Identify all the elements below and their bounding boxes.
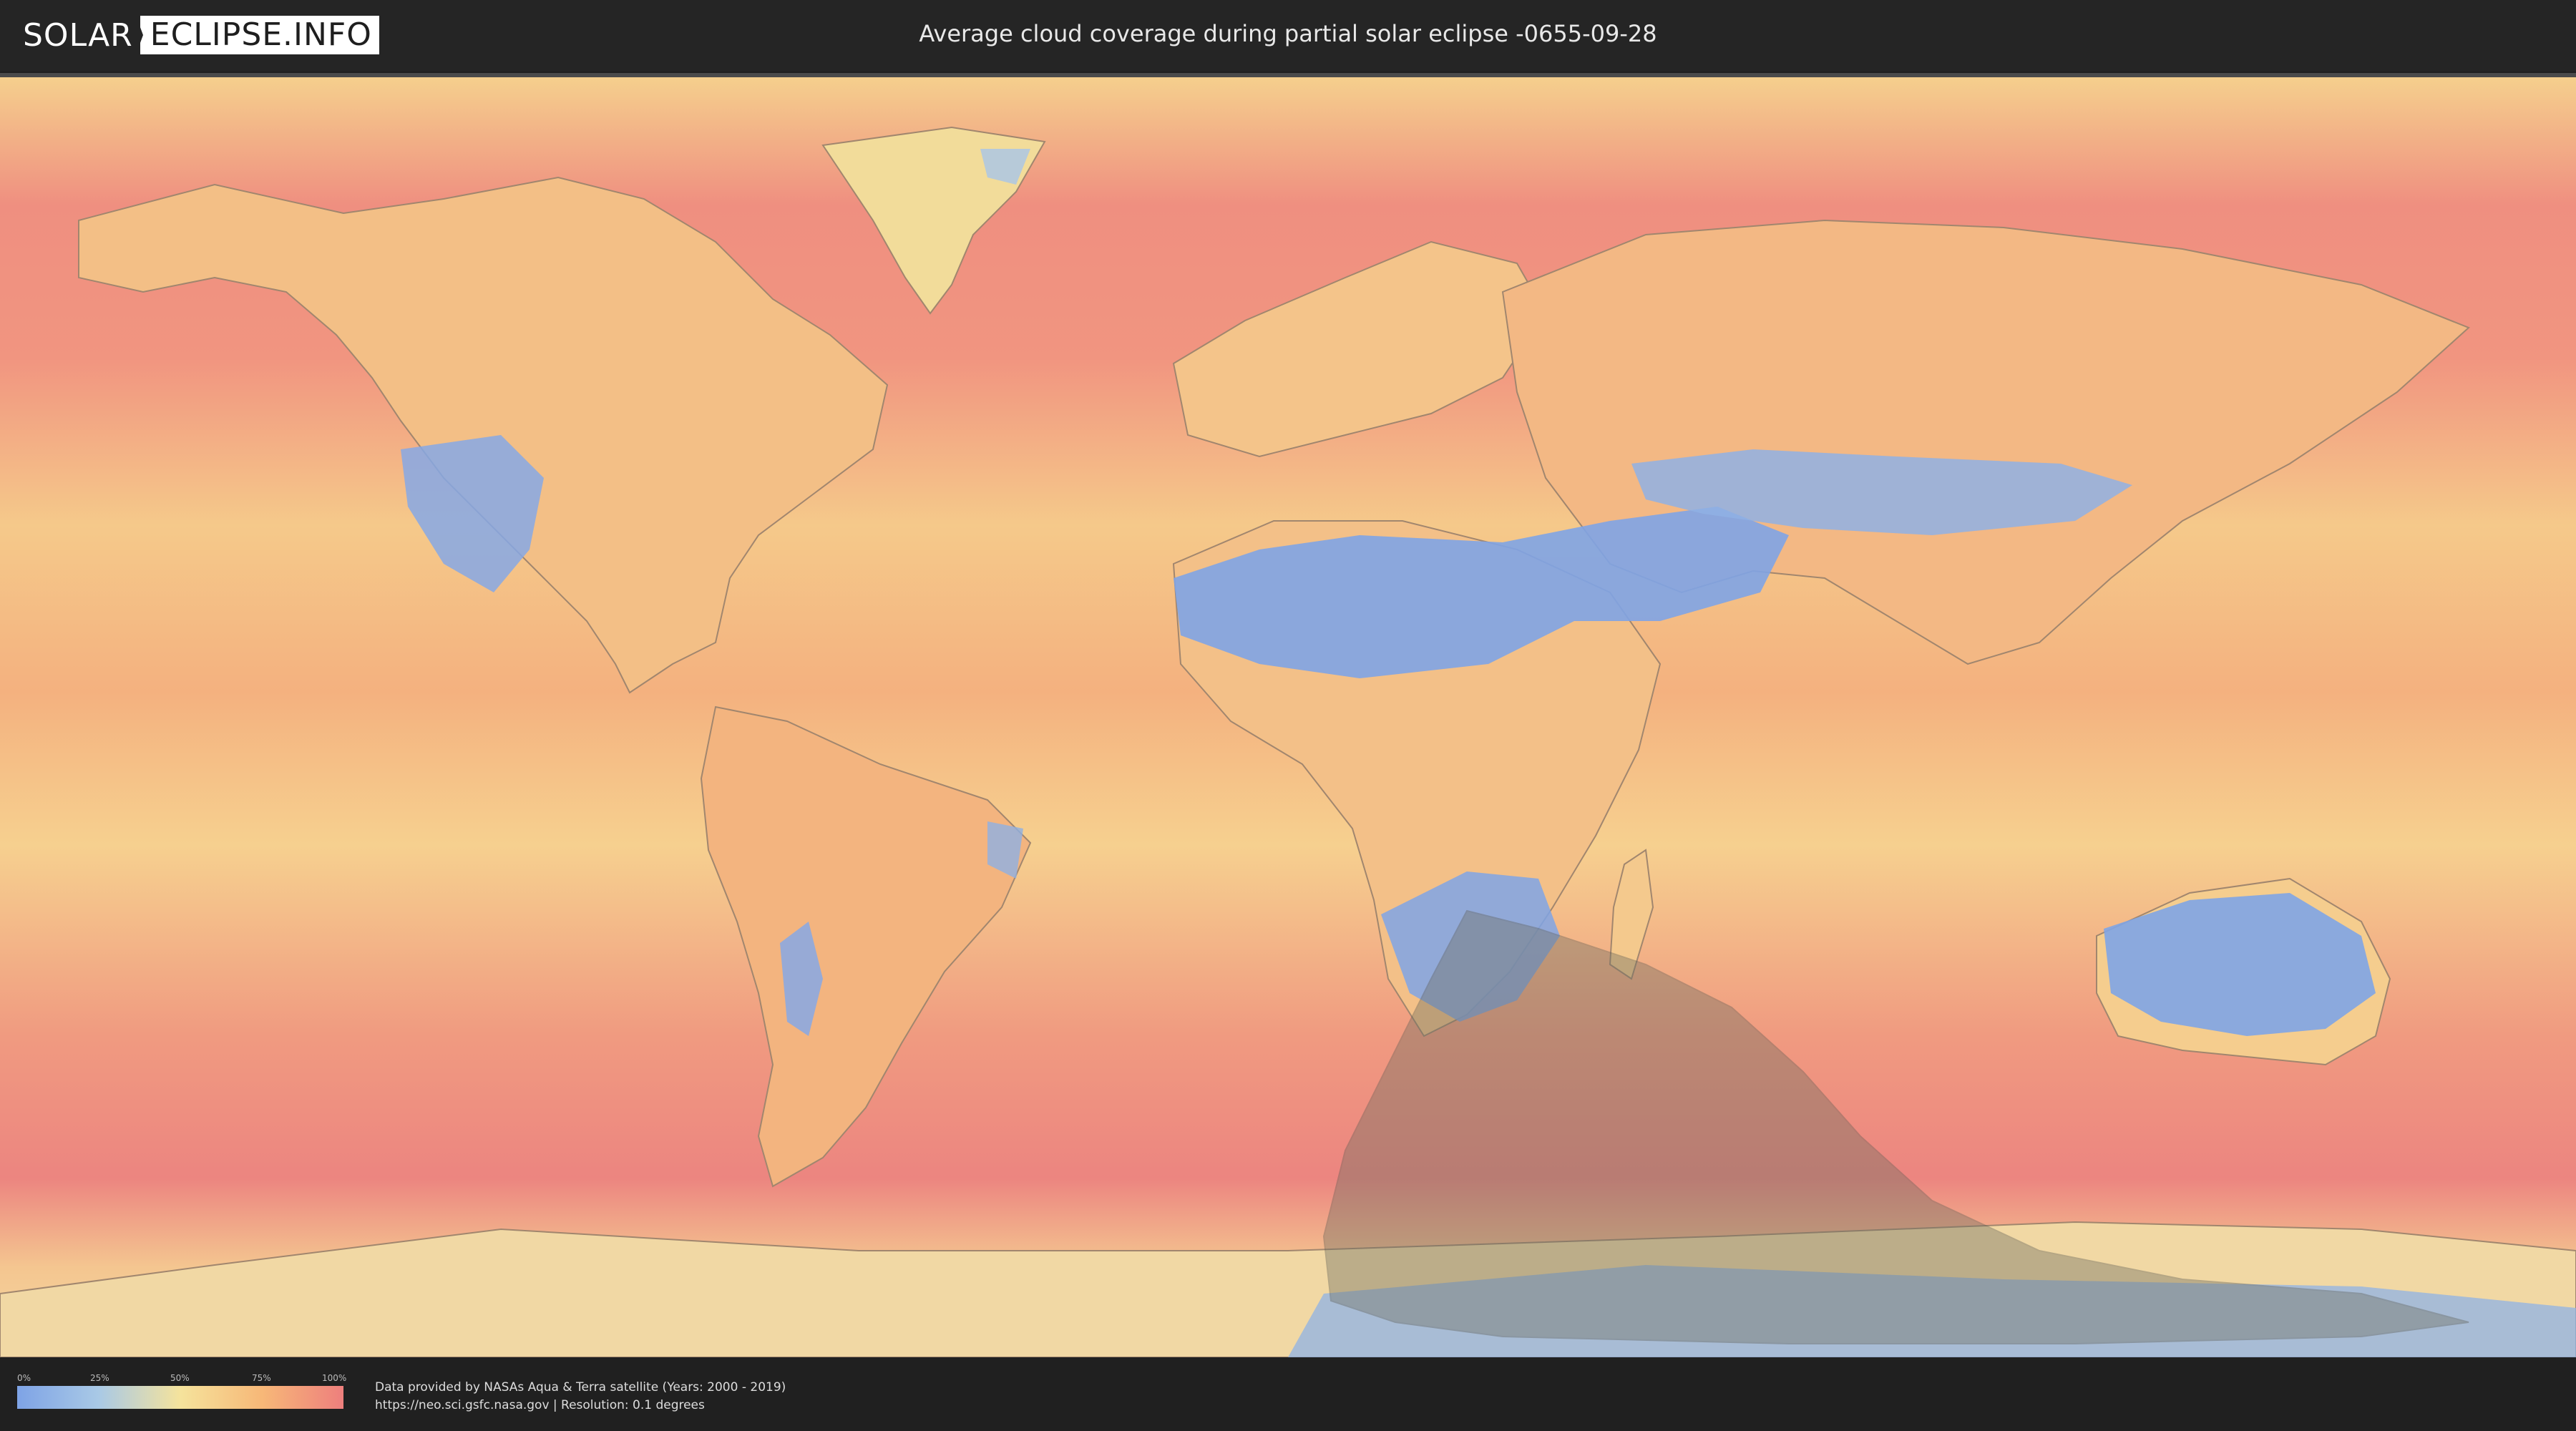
- legend-tick-50: 50%: [170, 1373, 190, 1383]
- credits-line-source: Data provided by NASAs Aqua & Terra sate…: [375, 1380, 786, 1395]
- page-title: Average cloud coverage during partial so…: [919, 20, 1657, 47]
- cloud-coverage-map[interactable]: [0, 73, 2576, 1357]
- legend-tick-0: 0%: [17, 1373, 31, 1383]
- legend-tick-100: 100%: [322, 1373, 347, 1383]
- footer-bar: 0% 25% 50% 75% 100% Data provided by NAS…: [0, 1357, 2576, 1431]
- legend-color-bar: [17, 1386, 343, 1409]
- world-map-svg: [0, 77, 2576, 1357]
- legend-ticks: 0% 25% 50% 75% 100%: [17, 1373, 347, 1386]
- data-credits: Data provided by NASAs Aqua & Terra sate…: [375, 1379, 786, 1415]
- cloud-coverage-legend: 0% 25% 50% 75% 100%: [17, 1373, 347, 1409]
- header-bar: SOLAR ECLIPSE.INFO Average cloud coverag…: [0, 0, 2576, 72]
- credits-line-url: https://neo.sci.gsfc.nasa.gov | Resoluti…: [375, 1398, 705, 1412]
- legend-tick-25: 25%: [90, 1373, 109, 1383]
- legend-tick-75: 75%: [252, 1373, 271, 1383]
